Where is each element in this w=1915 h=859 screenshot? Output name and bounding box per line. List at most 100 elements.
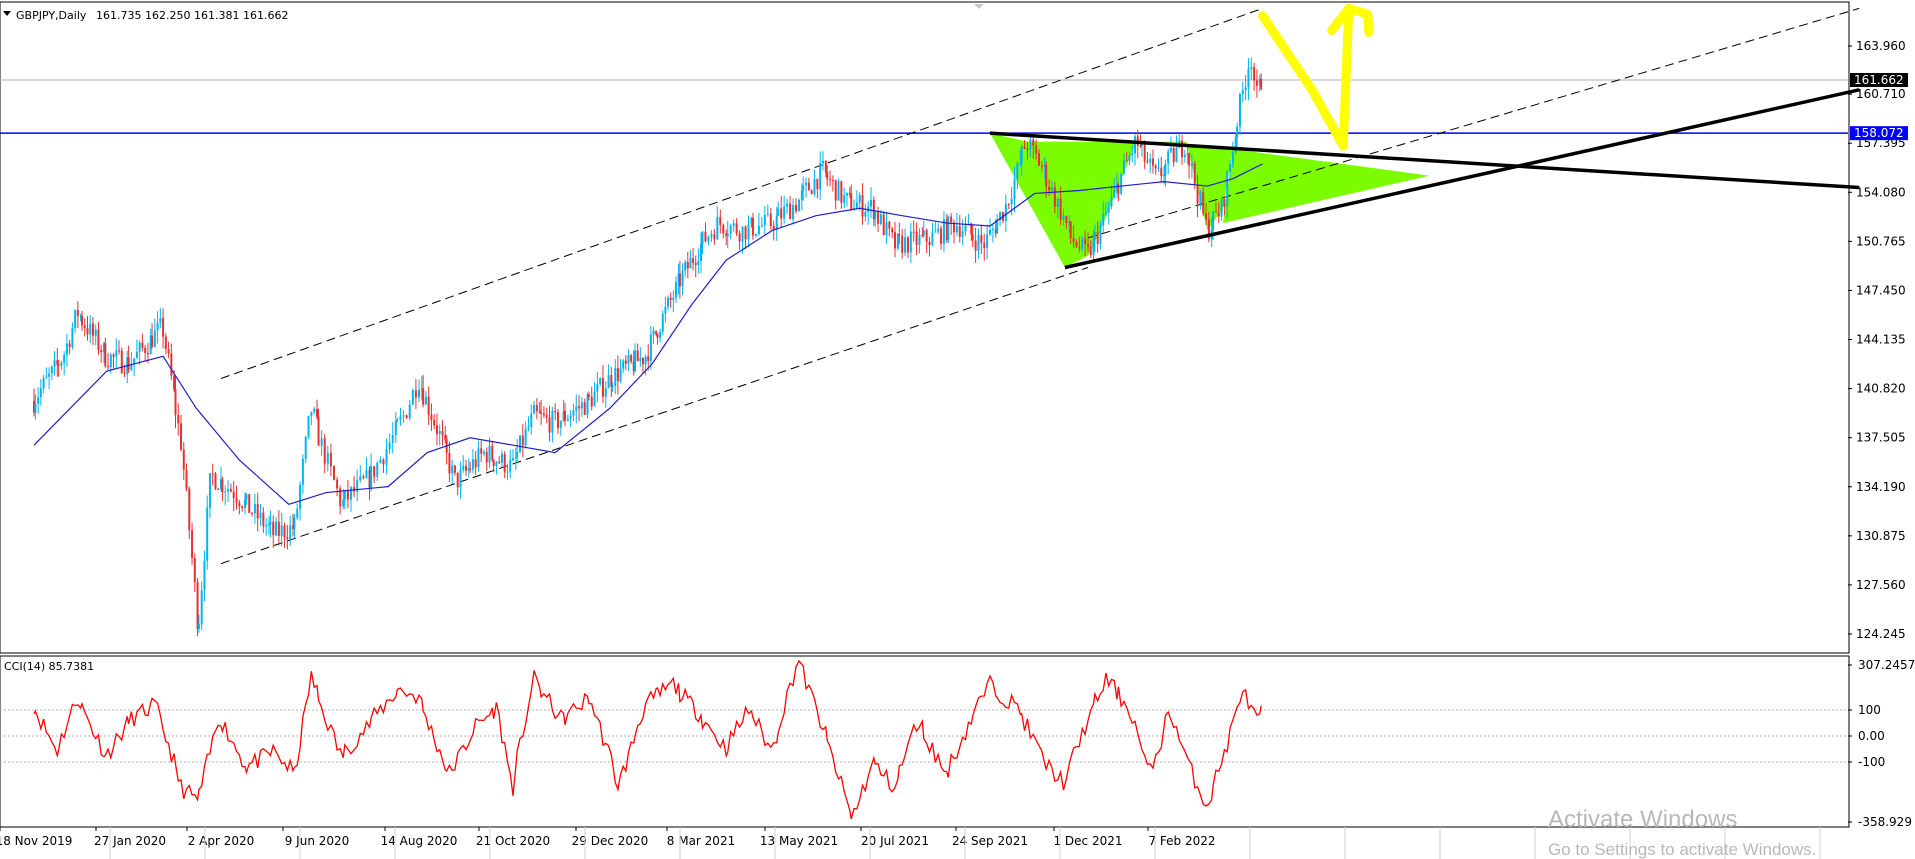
candle-body — [877, 212, 880, 224]
candle-body — [170, 353, 173, 376]
candle-body — [280, 525, 283, 536]
candle-body — [1059, 198, 1062, 220]
candle-body — [200, 590, 203, 625]
candle-body — [655, 330, 658, 335]
candle-body — [807, 182, 810, 191]
candle-body — [435, 425, 438, 434]
indicator-panel — [0, 655, 1850, 828]
candle-body — [667, 297, 670, 307]
candle-body — [320, 438, 323, 446]
candle-body — [1099, 225, 1102, 244]
chart-symbol-header: GBPJPY,Daily — [16, 9, 87, 22]
candle-body — [1146, 161, 1149, 163]
candle-body — [53, 360, 56, 367]
candle-body — [480, 448, 483, 454]
candle-body — [253, 504, 256, 514]
candle-body — [259, 512, 262, 519]
candle-body — [1181, 140, 1183, 157]
candle-body — [524, 428, 527, 446]
candle-body — [843, 195, 846, 203]
candle-body — [456, 472, 459, 488]
candle-body — [747, 224, 750, 240]
candle-body — [1167, 151, 1170, 164]
candle-body — [754, 233, 757, 236]
candle-body — [1035, 145, 1038, 154]
candle-body — [185, 469, 188, 489]
candle-body — [983, 242, 986, 249]
chart-ohlc-header: 161.735 162.250 161.381 161.662 — [96, 9, 288, 22]
candle-body — [538, 411, 541, 413]
candle-body — [551, 410, 554, 433]
candle-body — [616, 368, 619, 382]
candle-body — [955, 225, 958, 233]
candle-body — [710, 234, 713, 237]
candle-body — [1029, 139, 1032, 150]
candle-body — [649, 334, 652, 361]
candle-body — [211, 473, 214, 475]
candle-body — [402, 415, 405, 417]
candle-body — [590, 396, 593, 407]
candle-body — [492, 459, 495, 466]
cci-tick-label: 307.2457 — [1858, 658, 1915, 672]
candle-body — [1169, 147, 1172, 152]
candle-body — [251, 512, 254, 514]
candle-body — [104, 343, 107, 367]
candle-body — [564, 410, 567, 421]
candle-body — [586, 394, 589, 415]
candle-body — [950, 216, 953, 223]
candle-body — [385, 449, 388, 465]
candle-body — [1247, 68, 1250, 88]
candle-body — [1120, 173, 1123, 194]
candle-body — [268, 524, 270, 526]
candle-body — [928, 241, 931, 245]
candle-body — [874, 212, 877, 220]
time-tick-label: 8 Mar 2021 — [667, 834, 735, 848]
candle-body — [1241, 90, 1244, 95]
candle-body — [636, 350, 639, 362]
candle-body — [1183, 154, 1186, 157]
candle-body — [438, 431, 441, 434]
candle-body — [107, 366, 110, 368]
candle-body — [326, 453, 329, 464]
candle-body — [674, 281, 677, 298]
candle-body — [94, 329, 97, 336]
candle-body — [630, 355, 633, 362]
candle-body — [757, 225, 760, 234]
candle-body — [229, 489, 232, 492]
candle-body — [826, 172, 829, 180]
candle-body — [644, 356, 647, 365]
candle-body — [701, 231, 704, 245]
candle-body — [769, 213, 772, 227]
candle-body — [1175, 147, 1178, 163]
candle-body — [989, 229, 991, 235]
candle-body — [738, 233, 741, 242]
candle-body — [197, 624, 200, 629]
candle-body — [414, 390, 417, 398]
candle-body — [1053, 187, 1056, 207]
candle-body — [245, 494, 248, 500]
candle-body — [71, 327, 74, 348]
candle-body — [572, 410, 575, 416]
candle-body — [262, 512, 265, 527]
candle-body — [1104, 212, 1107, 215]
time-tick-label: 1 Dec 2021 — [1053, 834, 1122, 848]
candle-body — [394, 421, 397, 436]
candle-body — [689, 258, 692, 269]
chart-canvas: 163.960160.710157.395154.080150.765147.4… — [0, 1, 1915, 859]
candle-body — [741, 226, 744, 242]
candle-body — [656, 334, 659, 338]
candle-body — [829, 179, 832, 181]
time-tick-label: 2 Apr 2020 — [188, 834, 255, 848]
candle-body — [173, 375, 176, 390]
candle-body — [56, 360, 59, 365]
candle-body — [996, 220, 999, 234]
price-tick-label: 137.505 — [1856, 431, 1906, 445]
candle-body — [112, 354, 115, 357]
candle-body — [1214, 211, 1217, 213]
candle-body — [516, 451, 519, 458]
candle-body — [882, 214, 885, 235]
candle-body — [559, 420, 562, 429]
candle-body — [286, 537, 289, 539]
candle-body — [1110, 197, 1113, 207]
candle-body — [174, 389, 177, 415]
